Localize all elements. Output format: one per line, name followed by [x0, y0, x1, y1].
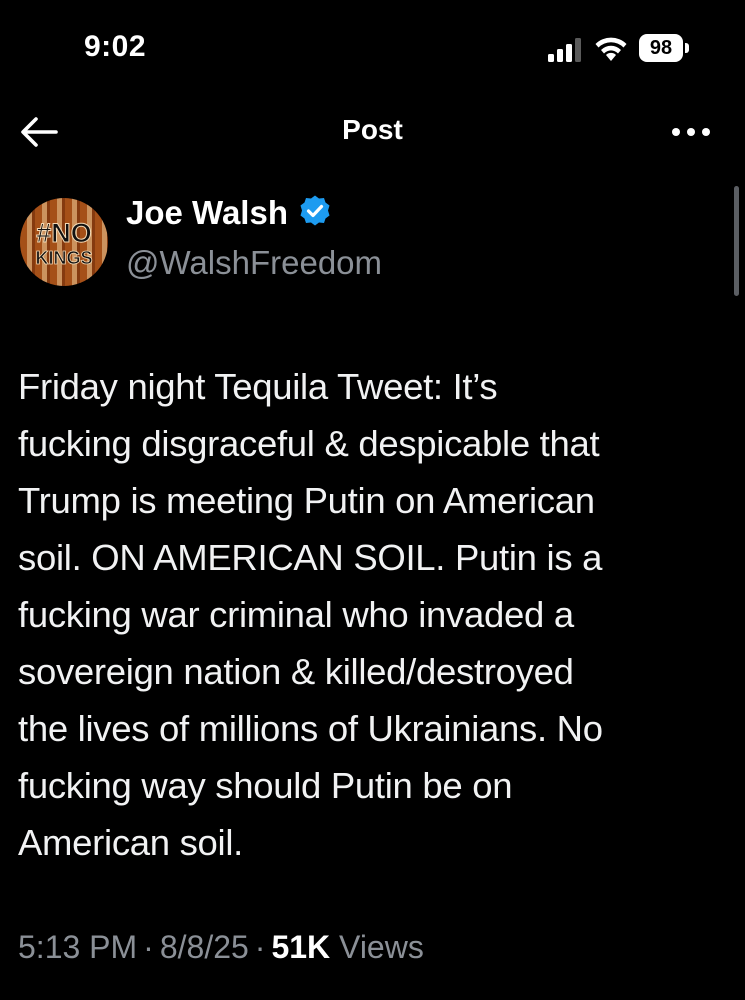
post-text: Friday night Tequila Tweet: It’s fucking…: [18, 366, 603, 863]
battery-cap: [685, 43, 689, 53]
battery-icon: 98: [639, 34, 691, 62]
wifi-icon: [595, 37, 627, 61]
signal-icon: [548, 38, 581, 62]
views-count[interactable]: 51K: [271, 929, 330, 965]
post-header: Post: [0, 100, 745, 164]
page-title: Post: [342, 114, 403, 145]
post-meta: 5:13 PM · 8/8/25 · 51K Views: [18, 929, 424, 966]
post-date[interactable]: 8/8/25: [160, 929, 249, 965]
battery-level: 98: [639, 34, 683, 62]
avatar[interactable]: #NO KINGS: [20, 198, 108, 286]
svg-text:KINGS: KINGS: [35, 248, 92, 268]
status-time: 9:02: [84, 30, 147, 63]
scrollbar-thumb[interactable]: [734, 186, 739, 296]
meta-separator: ·: [254, 929, 266, 965]
status-bar: 9:02 98: [0, 0, 745, 90]
svg-text:#NO: #NO: [36, 218, 92, 248]
no-kings-logo: #NO KINGS: [20, 198, 108, 286]
author-name[interactable]: Joe Walsh: [126, 194, 288, 231]
more-horizontal-icon[interactable]: [668, 118, 714, 146]
post-time[interactable]: 5:13 PM: [18, 929, 137, 965]
verified-badge-icon[interactable]: [298, 194, 332, 228]
views-label[interactable]: Views: [339, 929, 424, 965]
meta-separator: ·: [143, 929, 154, 965]
author-name-row: Joe Walsh: [126, 194, 332, 236]
author-handle[interactable]: @WalshFreedom: [126, 244, 382, 282]
